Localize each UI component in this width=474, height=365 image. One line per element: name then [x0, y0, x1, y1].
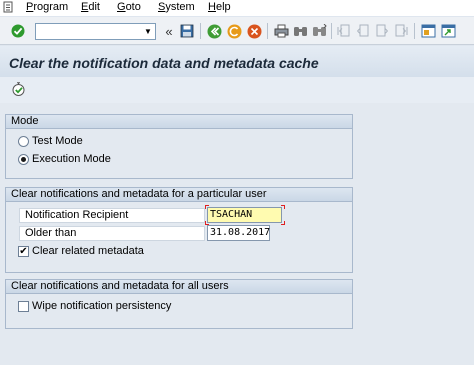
- last-page-icon[interactable]: [393, 23, 409, 39]
- next-page-icon[interactable]: [374, 23, 390, 39]
- menu-edit[interactable]: Edit: [81, 1, 100, 14]
- focus-corner: [281, 205, 285, 209]
- clear-related-metadata-checkbox[interactable]: ✔: [18, 246, 29, 257]
- mode-group: Mode Test Mode Execution Mode: [5, 114, 353, 179]
- menu-help-label: elp: [215, 1, 231, 13]
- command-field[interactable]: ▼: [35, 23, 156, 40]
- notification-recipient-label: Notification Recipient: [19, 208, 205, 223]
- test-mode-radio[interactable]: [18, 136, 29, 147]
- menu-goto-mnemonic: G: [117, 1, 126, 13]
- collapse-arrows-icon[interactable]: «: [161, 23, 177, 39]
- wipe-notification-persistency-checkbox[interactable]: [18, 301, 29, 312]
- focus-corner: [205, 205, 209, 209]
- cancel-icon[interactable]: [246, 23, 262, 39]
- menu-help[interactable]: Help: [208, 1, 231, 14]
- menu-goto[interactable]: Goto: [117, 1, 141, 14]
- menu-list-icon[interactable]: [3, 1, 14, 13]
- previous-page-icon[interactable]: [355, 23, 371, 39]
- wipe-notification-persistency-label: Wipe notification persistency: [32, 300, 172, 312]
- test-mode-label: Test Mode: [32, 135, 83, 147]
- toolbar-separator: [200, 23, 201, 39]
- title-bar: Clear the notification data and metadata…: [0, 46, 474, 77]
- menu-edit-label: dit: [88, 1, 100, 13]
- application-toolbar: [0, 77, 474, 103]
- particular-user-group: Clear notifications and metadata for a p…: [5, 187, 353, 273]
- toolbar-separator: [267, 23, 268, 39]
- notification-recipient-input[interactable]: TSACHAN: [207, 207, 282, 223]
- toolbar-separator: [331, 23, 332, 39]
- menu-goto-label: oto: [125, 1, 141, 13]
- menu-system[interactable]: System: [158, 1, 195, 14]
- mode-group-title: Mode: [6, 115, 352, 129]
- shortcut-icon[interactable]: [440, 23, 456, 39]
- menu-program[interactable]: Program: [26, 1, 68, 14]
- all-users-group-title: Clear notifications and metadata for all…: [6, 280, 352, 294]
- standard-toolbar: ▼ «: [0, 17, 474, 45]
- selection-screen: Mode Test Mode Execution Mode Clear noti…: [0, 103, 474, 365]
- find-icon[interactable]: [292, 23, 308, 39]
- menu-bar: Program Edit Goto System Help: [0, 0, 474, 16]
- first-page-icon[interactable]: [336, 23, 352, 39]
- save-icon[interactable]: [179, 23, 195, 39]
- focus-corner: [281, 221, 285, 225]
- execution-mode-label: Execution Mode: [32, 153, 111, 165]
- enter-check-icon[interactable]: [10, 23, 26, 39]
- particular-user-group-title: Clear notifications and metadata for a p…: [6, 188, 352, 202]
- older-than-label: Older than: [19, 226, 205, 241]
- execution-mode-radio[interactable]: [18, 154, 29, 165]
- page-title: Clear the notification data and metadata…: [9, 55, 319, 71]
- menu-program-label: rogram: [33, 1, 69, 13]
- older-than-date-input[interactable]: 31.08.2017: [207, 225, 270, 241]
- find-next-icon[interactable]: [311, 23, 327, 39]
- exit-icon[interactable]: [226, 23, 242, 39]
- clear-related-metadata-label: Clear related metadata: [32, 245, 144, 257]
- print-icon[interactable]: [273, 23, 289, 39]
- menu-help-mnemonic: H: [208, 1, 216, 13]
- back-icon[interactable]: [206, 23, 222, 39]
- menu-system-label: ystem: [165, 1, 195, 13]
- new-session-icon[interactable]: [420, 23, 436, 39]
- toolbar-separator: [414, 23, 415, 39]
- all-users-group: Clear notifications and metadata for all…: [5, 279, 353, 329]
- chevron-down-icon[interactable]: ▼: [142, 25, 154, 38]
- execute-icon[interactable]: [11, 82, 27, 98]
